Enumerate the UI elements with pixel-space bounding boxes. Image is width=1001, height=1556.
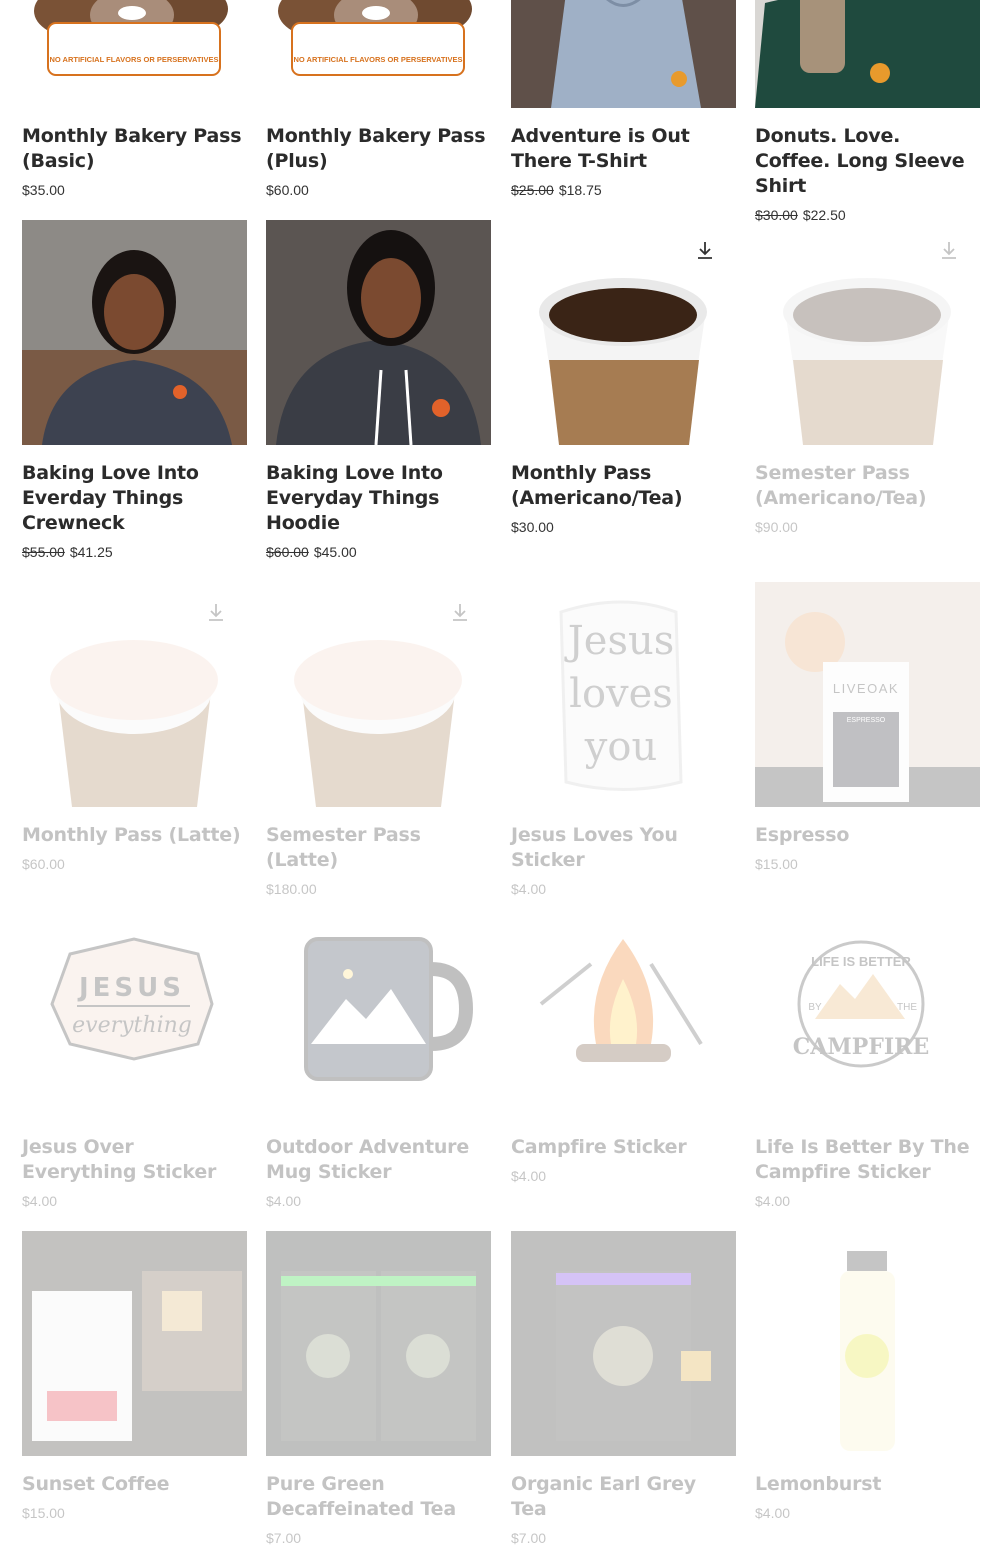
product-image[interactable] [755,220,980,445]
product-title[interactable]: Adventure is Out There T-Shirt [511,124,736,174]
product-image[interactable] [22,220,247,445]
product-title[interactable]: Campfire Sticker [511,1135,736,1160]
product-price: $30.00 [511,519,554,535]
product-price: $60.00 $45.00 [266,544,357,560]
product-card[interactable]: Adventure is Out There T-Shirt $25.00 $18… [511,0,736,199]
product-title[interactable]: Monthly Bakery Pass (Basic) [22,124,247,174]
product-price: $15.00 [22,1505,65,1521]
product-image[interactable] [511,220,736,445]
product-price: $7.00 [266,1530,302,1546]
product-card[interactable]: Semester Pass (Latte) $180.00 [266,582,491,898]
product-card[interactable]: NO ARTIFICIAL FLAVORS OR PERSERVATIVES M… [266,0,491,199]
svg-text:everything: everything [72,1013,192,1038]
product-price: $4.00 [755,1505,791,1521]
product-card[interactable]: Jesus loves you Jesus Loves You Sticker … [511,582,736,898]
product-title[interactable]: Monthly Pass (Americano/Tea) [511,461,736,511]
product-title[interactable]: Pure Green Decaffeinated Tea [266,1472,491,1522]
product-title[interactable]: Monthly Bakery Pass (Plus) [266,124,491,174]
product-card[interactable]: Donuts. Love. Coffee. Long Sleeve Shirt … [755,0,980,224]
product-image[interactable] [511,0,736,108]
product-card[interactable]: JESUS everything Jesus Over Everything S… [22,894,247,1210]
svg-text:BY: BY [808,1002,822,1013]
download-icon[interactable] [940,240,958,260]
svg-text:NO ARTIFICIAL FLAVORS OR PERSE: NO ARTIFICIAL FLAVORS OR PERSERVATIVES [293,55,462,64]
product-title[interactable]: Organic Earl Grey Tea [511,1472,736,1522]
product-title[interactable]: Outdoor Adventure Mug Sticker [266,1135,491,1185]
product-image[interactable]: Jesus loves you [511,582,736,807]
product-image[interactable] [22,582,247,807]
product-card[interactable]: Baking Love Into Everday Things Crewneck… [22,220,247,561]
product-title[interactable]: Jesus Loves You Sticker [511,823,736,873]
product-price: $55.00 $41.25 [22,544,113,560]
product-title[interactable]: Semester Pass (Americano/Tea) [755,461,980,511]
product-card[interactable]: Monthly Pass (Americano/Tea) $30.00 [511,220,736,536]
svg-text:LIVEOAK: LIVEOAK [833,681,899,696]
svg-text:you: you [584,724,657,770]
product-image[interactable] [755,1231,980,1456]
product-title[interactable]: Semester Pass (Latte) [266,823,491,873]
product-price: $15.00 [755,856,798,872]
product-title[interactable]: Espresso [755,823,980,848]
product-title[interactable]: Sunset Coffee [22,1472,247,1497]
product-card[interactable]: Semester Pass (Americano/Tea) $90.00 [755,220,980,536]
product-title[interactable]: Donuts. Love. Coffee. Long Sleeve Shirt [755,124,980,199]
product-price: $60.00 [22,856,65,872]
product-image[interactable] [511,1231,736,1456]
product-price: $4.00 [511,1168,547,1184]
product-card[interactable]: Pure Green Decaffeinated Tea $7.00 [266,1231,491,1547]
product-image[interactable]: LIVEOAK ESPRESSO [755,582,980,807]
svg-text:LIFE IS BETTER: LIFE IS BETTER [811,954,911,969]
svg-text:JESUS: JESUS [77,973,185,1003]
download-icon[interactable] [451,602,469,622]
product-card[interactable]: Organic Earl Grey Tea $7.00 [511,1231,736,1547]
product-price: $4.00 [266,1193,302,1209]
svg-text:ESPRESSO: ESPRESSO [847,717,886,724]
product-card[interactable]: LIVEOAK ESPRESSO Espresso $15.00 [755,582,980,873]
product-image[interactable] [266,582,491,807]
product-title[interactable]: Jesus Over Everything Sticker [22,1135,247,1185]
product-card[interactable]: Outdoor Adventure Mug Sticker $4.00 [266,894,491,1210]
svg-text:THE: THE [897,1002,917,1013]
product-image[interactable] [755,0,980,108]
product-title[interactable]: Baking Love Into Everyday Things Hoodie [266,461,491,536]
product-price: $60.00 [266,182,309,198]
product-image[interactable] [266,1231,491,1456]
product-image[interactable]: JESUS everything [22,894,247,1119]
product-image[interactable] [22,1231,247,1456]
product-price: $7.00 [511,1530,547,1546]
download-icon[interactable] [207,602,225,622]
product-image[interactable] [266,220,491,445]
product-title[interactable]: Monthly Pass (Latte) [22,823,247,848]
product-title[interactable]: Lemonburst [755,1472,980,1497]
product-price: $90.00 [755,519,798,535]
product-image[interactable]: NO ARTIFICIAL FLAVORS OR PERSERVATIVES [22,0,247,108]
product-price: $4.00 [755,1193,791,1209]
product-card[interactable]: Monthly Pass (Latte) $60.00 [22,582,247,873]
product-price: $4.00 [22,1193,58,1209]
svg-text:NO ARTIFICIAL FLAVORS OR PERSE: NO ARTIFICIAL FLAVORS OR PERSERVATIVES [49,55,218,64]
svg-text:loves: loves [569,671,673,717]
svg-text:Jesus: Jesus [564,618,675,664]
product-title[interactable]: Life Is Better By The Campfire Sticker [755,1135,980,1185]
product-image[interactable] [266,894,491,1119]
product-card[interactable]: Baking Love Into Everyday Things Hoodie … [266,220,491,561]
product-card[interactable]: Sunset Coffee $15.00 [22,1231,247,1522]
product-image[interactable]: NO ARTIFICIAL FLAVORS OR PERSERVATIVES [266,0,491,108]
product-price: $35.00 [22,182,65,198]
product-card[interactable]: NO ARTIFICIAL FLAVORS OR PERSERVATIVES M… [22,0,247,199]
product-card[interactable]: LIFE IS BETTER BY THE CAMPFIRE Life Is B… [755,894,980,1210]
product-title[interactable]: Baking Love Into Everday Things Crewneck [22,461,247,536]
product-image[interactable] [511,894,736,1119]
product-image[interactable]: LIFE IS BETTER BY THE CAMPFIRE [755,894,980,1119]
product-card[interactable]: Lemonburst $4.00 [755,1231,980,1522]
download-icon[interactable] [696,240,714,260]
product-price: $25.00 $18.75 [511,182,602,198]
product-card[interactable]: Campfire Sticker $4.00 [511,894,736,1185]
svg-text:CAMPFIRE: CAMPFIRE [793,1034,929,1060]
